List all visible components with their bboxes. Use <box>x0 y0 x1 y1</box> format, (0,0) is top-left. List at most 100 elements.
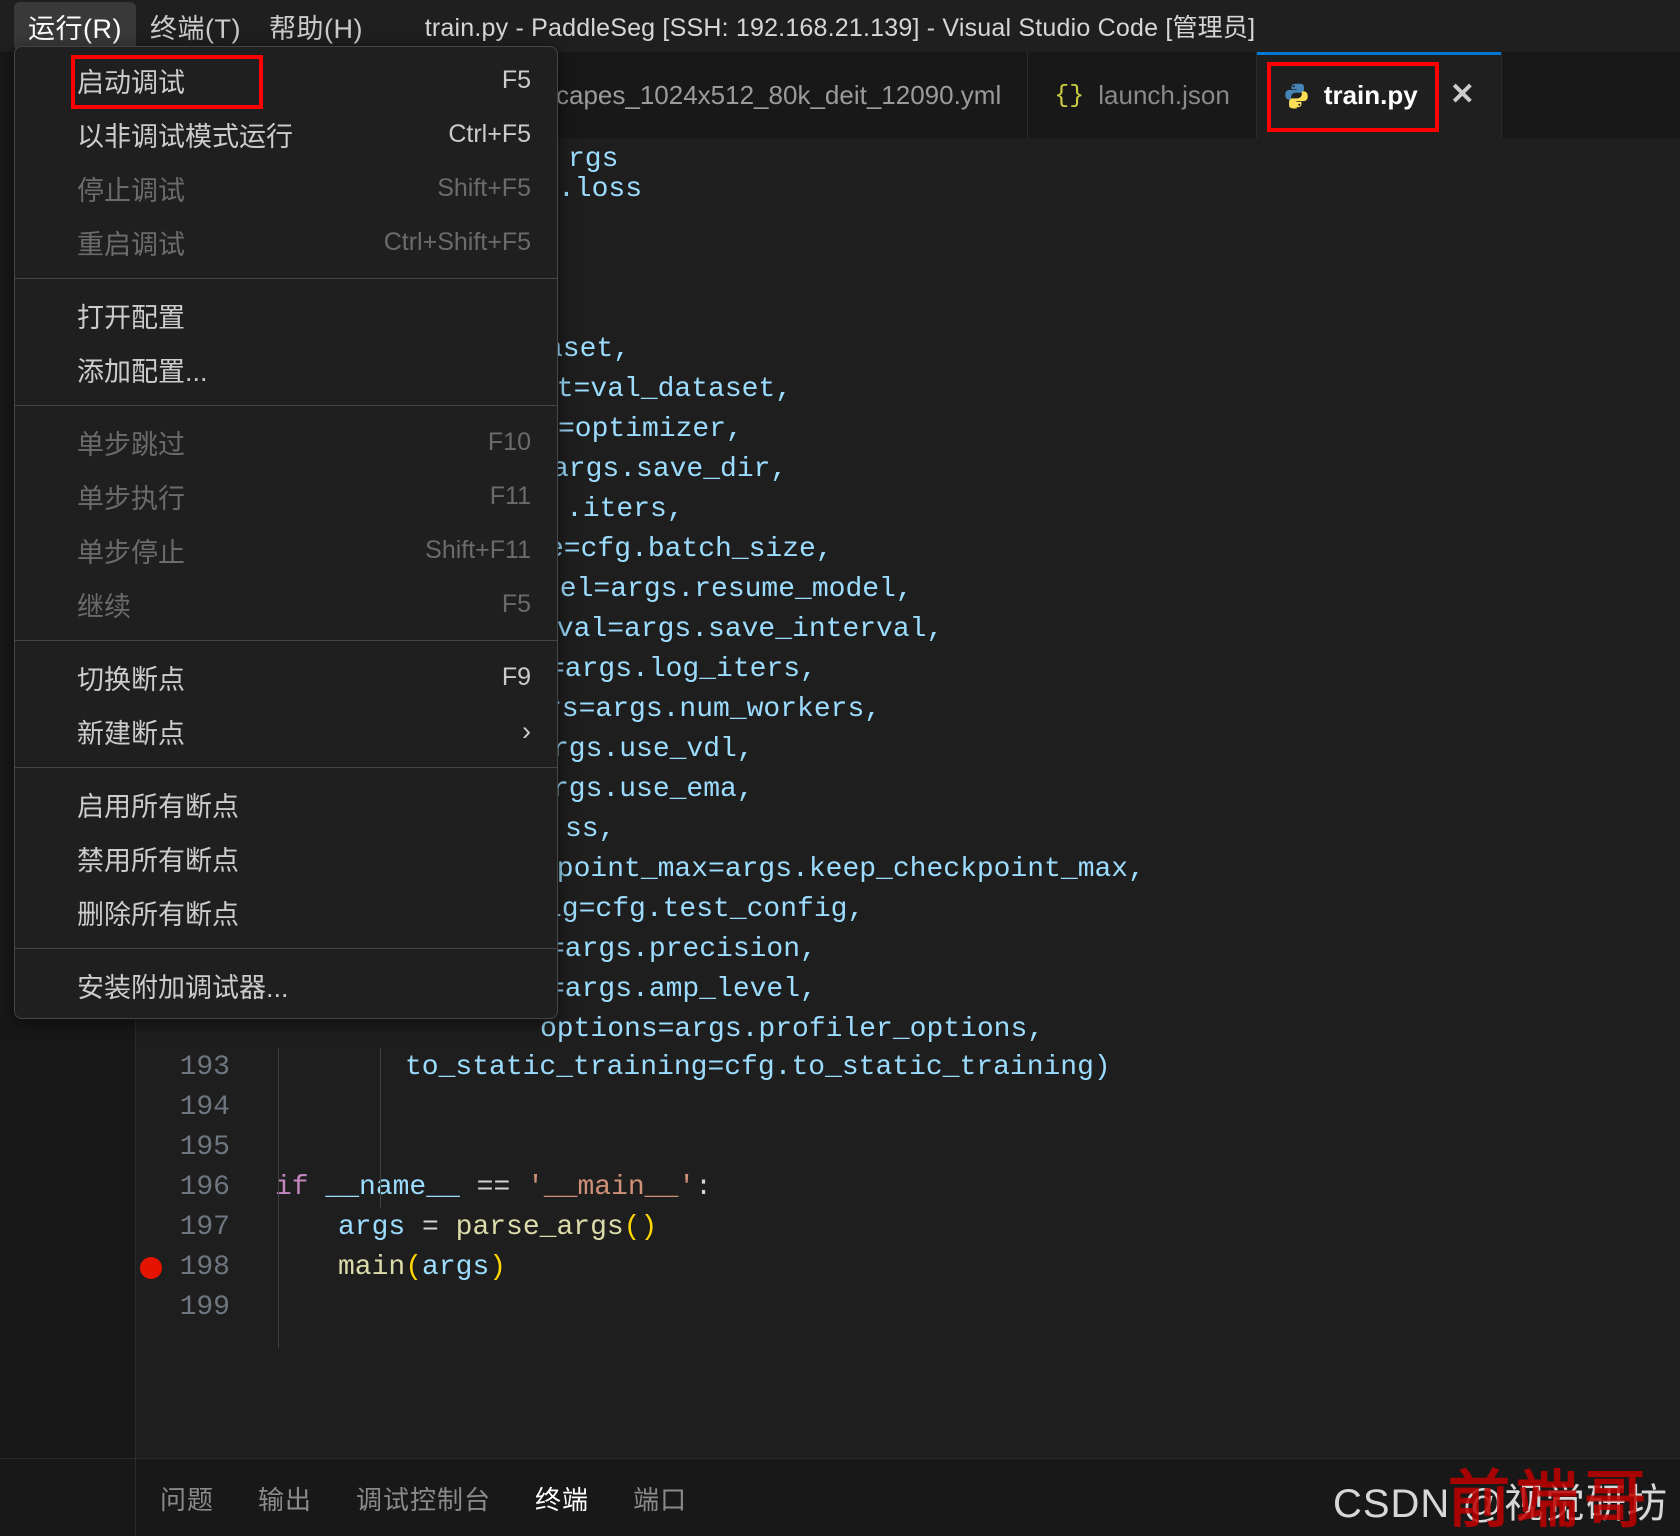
bottom-panel: 问题 输出 调试控制台 终端 端口 <box>0 1458 1680 1536</box>
menu-separator <box>15 948 557 949</box>
code-line: main(args) <box>338 1248 506 1288</box>
tab-train-py-label: train.py <box>1324 80 1418 111</box>
code-token: parse_args <box>456 1212 624 1243</box>
run-menu-item-accelerator: Ctrl+Shift+F5 <box>384 228 531 257</box>
line-number: 196 <box>140 1168 230 1208</box>
run-menu-item-2-2: 单步停止Shift+F11 <box>15 523 557 577</box>
menu-bar: 运行(R)终端(T)帮助(H) <box>0 0 377 52</box>
code-line: args = parse_args() <box>338 1208 657 1248</box>
code-token: ) <box>489 1252 506 1283</box>
line-number: 197 <box>140 1208 230 1248</box>
python-icon <box>1283 82 1310 109</box>
menubar-item-0[interactable]: 运行(R) <box>14 2 136 51</box>
run-menu-item-5-0[interactable]: 安装附加调试器... <box>15 958 557 1012</box>
json-braces-icon: {} <box>1054 81 1084 110</box>
code-token: () <box>624 1212 658 1243</box>
run-menu-item-label: 添加配置... <box>77 350 531 389</box>
panel-tab-4[interactable]: 端口 <box>633 1480 687 1517</box>
line-number: 194 <box>140 1088 230 1128</box>
code-token: if <box>275 1172 325 1203</box>
run-menu-item-accelerator: Ctrl+F5 <box>448 120 531 149</box>
panel-tab-3[interactable]: 终端 <box>535 1480 589 1517</box>
code-token: args <box>422 1252 489 1283</box>
run-menu-item-label: 停止调试 <box>77 169 437 208</box>
run-menu-item-accelerator: Shift+F11 <box>425 536 531 565</box>
line-number: 199 <box>140 1288 230 1328</box>
run-menu-item-label: 安装附加调试器... <box>77 966 531 1005</box>
run-menu-item-0-3: 重启调试Ctrl+Shift+F5 <box>15 215 557 269</box>
tab-launch-json[interactable]: {} launch.json <box>1028 52 1257 138</box>
code-line: kpoint_max=args.keep_checkpoint_max, <box>540 850 1145 890</box>
run-menu-dropdown[interactable]: 启动调试F5以非调试模式运行Ctrl+F5停止调试Shift+F5重启调试Ctr… <box>14 46 558 1019</box>
code-line: rgs.use_vdl, <box>552 730 754 770</box>
menu-separator <box>15 767 557 768</box>
run-menu-item-accelerator: F10 <box>488 428 531 457</box>
run-menu-item-label: 启动调试 <box>77 61 502 100</box>
code-token: __name__ <box>325 1172 459 1203</box>
code-line: args.save_dir, <box>552 450 787 490</box>
title-bar: 运行(R)终端(T)帮助(H) train.py - PaddleSeg [SS… <box>0 0 1680 52</box>
menu-separator <box>15 278 557 279</box>
run-menu-item-accelerator: F5 <box>502 66 531 95</box>
tab-yml-label: capes_1024x512_80k_deit_12090.yml <box>556 80 1001 111</box>
code-token: ( <box>405 1252 422 1283</box>
code-line: =args.amp_level, <box>548 970 817 1010</box>
code-line: aset, <box>546 330 630 370</box>
code-line: ss, <box>565 810 615 850</box>
run-menu-item-2-1: 单步执行F11 <box>15 469 557 523</box>
tab-launch-json-label: launch.json <box>1098 80 1230 111</box>
run-menu-item-0-0[interactable]: 启动调试F5 <box>15 53 557 107</box>
panel-tab-list: 问题 输出 调试控制台 终端 端口 <box>160 1459 687 1536</box>
run-menu-item-label: 打开配置 <box>77 296 531 335</box>
code-line: e=cfg.batch_size, <box>547 530 833 570</box>
run-menu-item-3-0[interactable]: 切换断点F9 <box>15 650 557 704</box>
code-line: rval=args.save_interval, <box>540 610 943 650</box>
run-menu-item-accelerator: F9 <box>502 663 531 692</box>
run-menu-item-label: 以非调试模式运行 <box>77 115 448 154</box>
code-token: == <box>460 1172 527 1203</box>
code-token: : <box>695 1172 712 1203</box>
code-line: =args.log_iters, <box>548 650 817 690</box>
code-line: rs=args.num_workers, <box>545 690 881 730</box>
menubar-item-1[interactable]: 终端(T) <box>136 2 255 51</box>
run-menu-item-label: 单步跳过 <box>77 423 488 462</box>
run-menu-item-accelerator: Shift+F5 <box>437 174 531 203</box>
panel-tab-1[interactable]: 输出 <box>258 1480 312 1517</box>
run-menu-item-label: 单步执行 <box>77 477 490 516</box>
code-token: '__main__' <box>527 1172 695 1203</box>
code-token: main <box>338 1252 405 1283</box>
run-menu-item-label: 继续 <box>77 585 502 624</box>
panel-left-stub <box>0 1459 136 1536</box>
code-line: et=val_dataset, <box>540 370 792 410</box>
run-menu-item-label: 启用所有断点 <box>77 785 531 824</box>
panel-tab-2[interactable]: 调试控制台 <box>356 1480 491 1517</box>
indent-guide <box>278 1188 279 1348</box>
code-line: =optimizer, <box>558 410 743 450</box>
breakpoint-marker[interactable] <box>140 1257 162 1279</box>
run-menu-item-1-0[interactable]: 打开配置 <box>15 288 557 342</box>
menubar-item-2[interactable]: 帮助(H) <box>255 2 377 51</box>
run-menu-item-2-0: 单步跳过F10 <box>15 415 557 469</box>
code-line: rgs.use_ema, <box>552 770 754 810</box>
code-line: .iters, <box>566 490 684 530</box>
tab-yml[interactable]: capes_1024x512_80k_deit_12090.yml <box>556 52 1028 138</box>
vscode-window: 运行(R)终端(T)帮助(H) train.py - PaddleSeg [SS… <box>0 0 1680 1536</box>
run-menu-item-accelerator: F11 <box>490 482 531 511</box>
code-line: ig=cfg.test_config, <box>545 890 864 930</box>
menu-separator <box>15 405 557 406</box>
tab-train-py[interactable]: train.py ✕ <box>1257 52 1502 138</box>
run-menu-item-label: 单步停止 <box>77 531 425 570</box>
code-line: to_static_training=cfg.to_static_trainin… <box>405 1048 1111 1088</box>
run-menu-item-3-1[interactable]: 新建断点› <box>15 704 557 758</box>
run-menu-item-0-1[interactable]: 以非调试模式运行Ctrl+F5 <box>15 107 557 161</box>
line-number: 193 <box>140 1048 230 1088</box>
panel-tab-0[interactable]: 问题 <box>160 1480 214 1517</box>
run-menu-item-1-1[interactable]: 添加配置... <box>15 342 557 396</box>
run-menu-item-4-0[interactable]: 启用所有断点 <box>15 777 557 831</box>
code-token: = <box>405 1212 455 1243</box>
close-icon[interactable]: ✕ <box>1450 80 1475 110</box>
code-line: if __name__ == '__main__': <box>275 1168 712 1208</box>
chevron-right-icon: › <box>522 716 531 747</box>
run-menu-item-4-1[interactable]: 禁用所有断点 <box>15 831 557 885</box>
run-menu-item-4-2[interactable]: 删除所有断点 <box>15 885 557 939</box>
